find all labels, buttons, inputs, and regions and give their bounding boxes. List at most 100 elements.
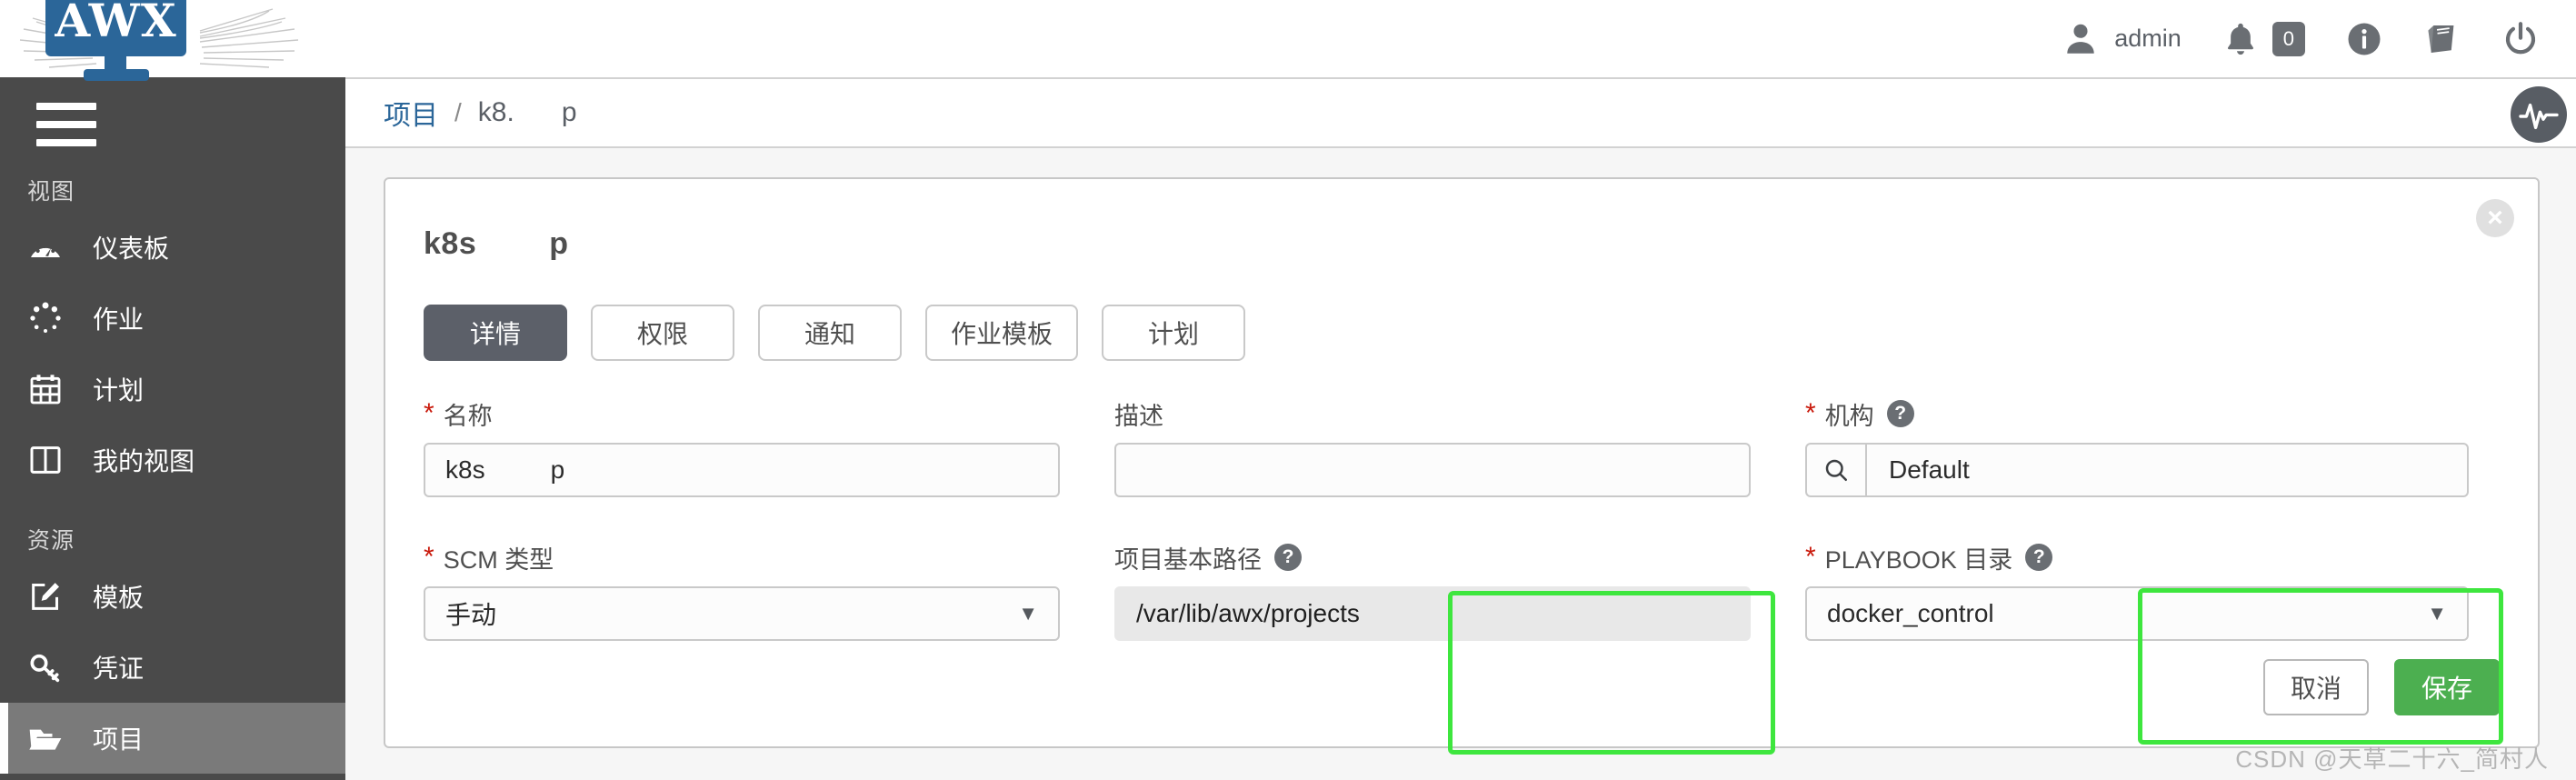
user-icon — [2067, 24, 2094, 54]
name-value-suffix: p — [550, 455, 565, 484]
field-label-description: 描述 — [1114, 395, 1751, 432]
field-playbook-directory: * PLAYBOOK 目录 ? docker_control ▼ — [1805, 539, 2469, 641]
required-marker: * — [424, 398, 434, 428]
field-name: * 名称 k8s p — [424, 395, 1060, 497]
sidebar-item-label: 凭证 — [93, 655, 145, 683]
user-menu[interactable]: admin — [2042, 0, 2202, 77]
watermark: CSDN @天草二十六_简村人 — [2235, 745, 2549, 773]
awx-logo-text: AWX — [55, 0, 177, 47]
description-input[interactable] — [1114, 443, 1751, 497]
breadcrumb-link-projects[interactable]: 项目 — [384, 93, 438, 133]
label-text: 名称 — [443, 402, 493, 430]
tab-schedules[interactable]: 计划 — [1102, 305, 1246, 361]
sidebar-item-label: 计划 — [93, 376, 145, 405]
organization-input[interactable]: Default — [1805, 443, 2469, 497]
sidebar-item-label: 项目 — [93, 725, 145, 754]
field-description: 描述 — [1114, 395, 1751, 497]
sidebar: 视图 仪表板 作业 计划 我的视图 资源 模板 凭证 项目 — [0, 77, 345, 780]
awx-project-detail-page: AWX admin 0 视图 仪表板 作业 计划 我的视图 资源 模板 凭证 项… — [0, 0, 2576, 780]
field-label-scm-type: * SCM 类型 — [424, 539, 1060, 575]
field-label-project-base-path: 项目基本路径 ? — [1114, 539, 1751, 575]
template-icon — [25, 576, 65, 616]
scm-type-value: 手动 — [445, 601, 497, 629]
tab-bar: 详情 权限 通知 作业模板 计划 — [424, 305, 1246, 361]
project-detail-card: × k8s p 详情 权限 通知 作业模板 计划 * 名称 k8s p 描述 *… — [384, 177, 2540, 748]
project-form: * 名称 k8s p 描述 * 机构 ? Default * SCM 类型 手动… — [424, 395, 2505, 641]
notifications-button[interactable]: 0 — [2202, 0, 2325, 77]
help-icon[interactable]: ? — [1886, 400, 1914, 427]
top-navigation: admin 0 — [2042, 0, 2560, 77]
breadcrumb-current-prefix: k8. — [477, 97, 514, 127]
sidebar-item-jobs[interactable]: 作业 — [0, 283, 345, 354]
menu-toggle-button[interactable] — [36, 103, 96, 146]
info-button[interactable] — [2325, 0, 2403, 77]
key-icon — [25, 647, 65, 687]
required-marker: * — [424, 542, 434, 572]
sidebar-item-templates[interactable]: 模板 — [0, 561, 345, 632]
label-text: 项目基本路径 — [1114, 545, 1262, 574]
sidebar-group-title-views: 视图 — [27, 179, 75, 205]
breadcrumb: 项目 / k8. p — [345, 77, 2576, 148]
required-marker: * — [1805, 398, 1816, 428]
sidebar-group-title-resources: 资源 — [27, 528, 75, 554]
label-text: 机构 — [1824, 402, 1874, 430]
save-button[interactable]: 保存 — [2393, 659, 2500, 715]
sidebar-item-projects[interactable]: 项目 — [0, 703, 345, 774]
bell-icon — [2227, 23, 2253, 55]
chevron-down-icon: ▼ — [1018, 602, 1038, 625]
docs-button[interactable] — [2403, 0, 2481, 77]
tab-details[interactable]: 详情 — [424, 305, 567, 361]
brand-logo[interactable]: AWX — [9, 0, 309, 82]
activity-pulse-icon — [2519, 103, 2559, 130]
sidebar-item-credentials[interactable]: 凭证 — [0, 632, 345, 703]
main-content: 项目 / k8. p × k8s p 详情 权限 通知 作业模板 计划 * 名称… — [345, 77, 2576, 780]
label-text: SCM 类型 — [443, 545, 554, 574]
book-icon — [2428, 25, 2454, 53]
breadcrumb-current: k8. p — [478, 97, 577, 128]
jobs-icon — [25, 298, 65, 338]
page-title-prefix: k8s — [424, 226, 477, 261]
notification-count-badge: 0 — [2271, 21, 2305, 56]
my-view-icon — [25, 440, 65, 480]
logout-button[interactable] — [2481, 0, 2560, 77]
sidebar-item-dashboard[interactable]: 仪表板 — [0, 212, 345, 283]
playbook-directory-value: docker_control — [1827, 599, 1994, 627]
sidebar-item-my-view[interactable]: 我的视图 — [0, 425, 345, 495]
sidebar-item-schedules[interactable]: 计划 — [0, 354, 345, 425]
tab-job-templates[interactable]: 作业模板 — [925, 305, 1079, 361]
close-icon[interactable]: × — [2476, 199, 2514, 237]
playbook-directory-select[interactable]: docker_control ▼ — [1805, 586, 2469, 641]
search-icon — [1807, 445, 1867, 495]
scm-type-select[interactable]: 手动 ▼ — [424, 586, 1060, 641]
awx-logo-box: AWX — [45, 0, 186, 56]
breadcrumb-current-suffix: p — [561, 97, 577, 127]
sidebar-item-label: 模板 — [93, 584, 145, 612]
tab-permissions[interactable]: 权限 — [591, 305, 734, 361]
user-name-label: admin — [2114, 25, 2182, 52]
field-label-playbook-directory: * PLAYBOOK 目录 ? — [1805, 539, 2469, 575]
tab-notifications[interactable]: 通知 — [758, 305, 902, 361]
name-input[interactable]: k8s p — [424, 443, 1060, 497]
logo-foot — [84, 69, 149, 81]
label-text: 描述 — [1114, 402, 1163, 430]
name-value-prefix: k8s — [445, 455, 485, 484]
sidebar-item-label: 我的视图 — [93, 447, 195, 475]
help-icon[interactable]: ? — [2025, 544, 2053, 571]
cancel-button[interactable]: 取消 — [2262, 659, 2369, 715]
sidebar-item-inventories[interactable]: 清单 — [0, 774, 345, 780]
hamburger-bar — [36, 103, 96, 110]
field-scm-type: * SCM 类型 手动 ▼ — [424, 539, 1060, 641]
breadcrumb-separator: / — [454, 98, 462, 126]
label-text: PLAYBOOK 目录 — [1824, 545, 2013, 574]
calendar-icon — [25, 369, 65, 409]
field-label-organization: * 机构 ? — [1805, 395, 2469, 432]
help-icon[interactable]: ? — [1274, 544, 1302, 571]
sidebar-item-label: 作业 — [93, 305, 145, 334]
hamburger-bar — [36, 139, 96, 146]
page-title: k8s p — [424, 226, 569, 262]
activity-stream-button[interactable] — [2511, 86, 2567, 143]
field-organization: * 机构 ? Default — [1805, 395, 2469, 497]
page-title-suffix: p — [549, 226, 569, 261]
sidebar-item-label: 仪表板 — [93, 235, 170, 263]
project-base-path-input: /var/lib/awx/projects — [1114, 586, 1751, 641]
